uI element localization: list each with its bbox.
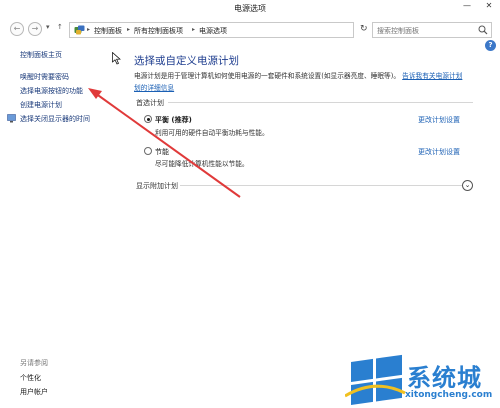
address-bar[interactable]: ▸ 控制面板 ▸ 所有控制面板项 ▸ 电源选项 <box>69 22 354 38</box>
section-divider <box>168 102 473 103</box>
page-description: 电源计划是用于管理计算机如何使用电源的一套硬件和系统设置(如显示器亮度、睡眠等)… <box>134 70 474 94</box>
breadcrumb-separator-icon: ▸ <box>192 26 196 33</box>
breadcrumb-all-items[interactable]: 所有控制面板项 <box>134 26 183 36</box>
preferred-plans-heading: 首选计划 <box>136 99 164 107</box>
close-button[interactable]: ✕ <box>482 0 496 12</box>
sidebar-control-panel-home[interactable]: 控制面板主页 <box>20 50 62 60</box>
plan-balanced-change-settings-link[interactable]: 更改计划设置 <box>418 115 460 125</box>
sidebar-item-power-button[interactable]: 选择电源按钮的功能 <box>20 86 83 96</box>
refresh-button[interactable]: ↻ <box>360 24 368 34</box>
sidebar-item-display-off[interactable]: 选择关闭显示器的时间 <box>20 114 90 124</box>
breadcrumb-separator-icon: ▸ <box>87 26 91 33</box>
section-divider <box>180 185 462 186</box>
search-input[interactable] <box>377 25 477 36</box>
minimize-button[interactable]: — <box>460 0 474 12</box>
power-plan-info-link-continued[interactable]: 划的详细信息 <box>134 84 174 92</box>
watermark-title: 系统城 <box>407 364 482 392</box>
plan-balanced-radio[interactable] <box>144 115 152 123</box>
chevron-down-icon[interactable]: ⌄ <box>462 180 473 191</box>
help-button[interactable]: ? <box>485 40 496 51</box>
recent-pages-button[interactable]: ▾ <box>46 23 50 31</box>
plan-power-saver-change-settings-link[interactable]: 更改计划设置 <box>418 147 460 157</box>
forward-button[interactable]: → <box>28 22 42 36</box>
title-bar: 电源选项 — ✕ <box>0 0 500 17</box>
plan-balanced-name[interactable]: 平衡 (推荐) <box>155 115 192 125</box>
up-button[interactable]: ↑ <box>57 23 63 31</box>
sidebar-item-require-password[interactable]: 唤醒时需要密码 <box>20 72 69 82</box>
mouse-cursor-icon <box>112 52 121 65</box>
page-title: 选择或自定义电源计划 <box>134 55 239 67</box>
window-title: 电源选项 <box>234 4 266 13</box>
description-text: 电源计划是用于管理计算机如何使用电源的一套硬件和系统设置(如显示器亮度、睡眠等)… <box>134 72 401 80</box>
show-additional-plans-label[interactable]: 显示附加计划 <box>136 181 178 191</box>
sidebar-link-user-accounts[interactable]: 用户帐户 <box>20 387 48 397</box>
see-also-heading: 另请参阅 <box>20 359 48 367</box>
search-icon[interactable] <box>478 25 488 35</box>
sidebar-link-personalization[interactable]: 个性化 <box>20 373 41 383</box>
breadcrumb-control-panel[interactable]: 控制面板 <box>94 26 122 36</box>
back-button[interactable]: ← <box>10 22 24 36</box>
power-plan-info-link[interactable]: 告诉我有关电源计划 <box>402 72 462 80</box>
plan-power-saver-radio[interactable] <box>144 147 152 155</box>
plan-balanced-description: 利用可用的硬件自动平衡功耗与性能。 <box>155 129 269 137</box>
watermark-url: xitongcheng.com <box>405 390 493 400</box>
search-box[interactable] <box>372 22 492 38</box>
breadcrumb-power-options[interactable]: 电源选项 <box>199 26 227 36</box>
annotation-arrow <box>88 88 241 198</box>
monitor-shield-icon <box>7 114 16 123</box>
plan-power-saver-name[interactable]: 节能 <box>155 147 169 157</box>
plan-power-saver-description: 尽可能降低计算机性能以节能。 <box>155 160 249 168</box>
sidebar-item-create-plan[interactable]: 创建电源计划 <box>20 100 62 110</box>
control-panel-icon <box>74 25 85 35</box>
breadcrumb-separator-icon: ▸ <box>127 26 131 33</box>
